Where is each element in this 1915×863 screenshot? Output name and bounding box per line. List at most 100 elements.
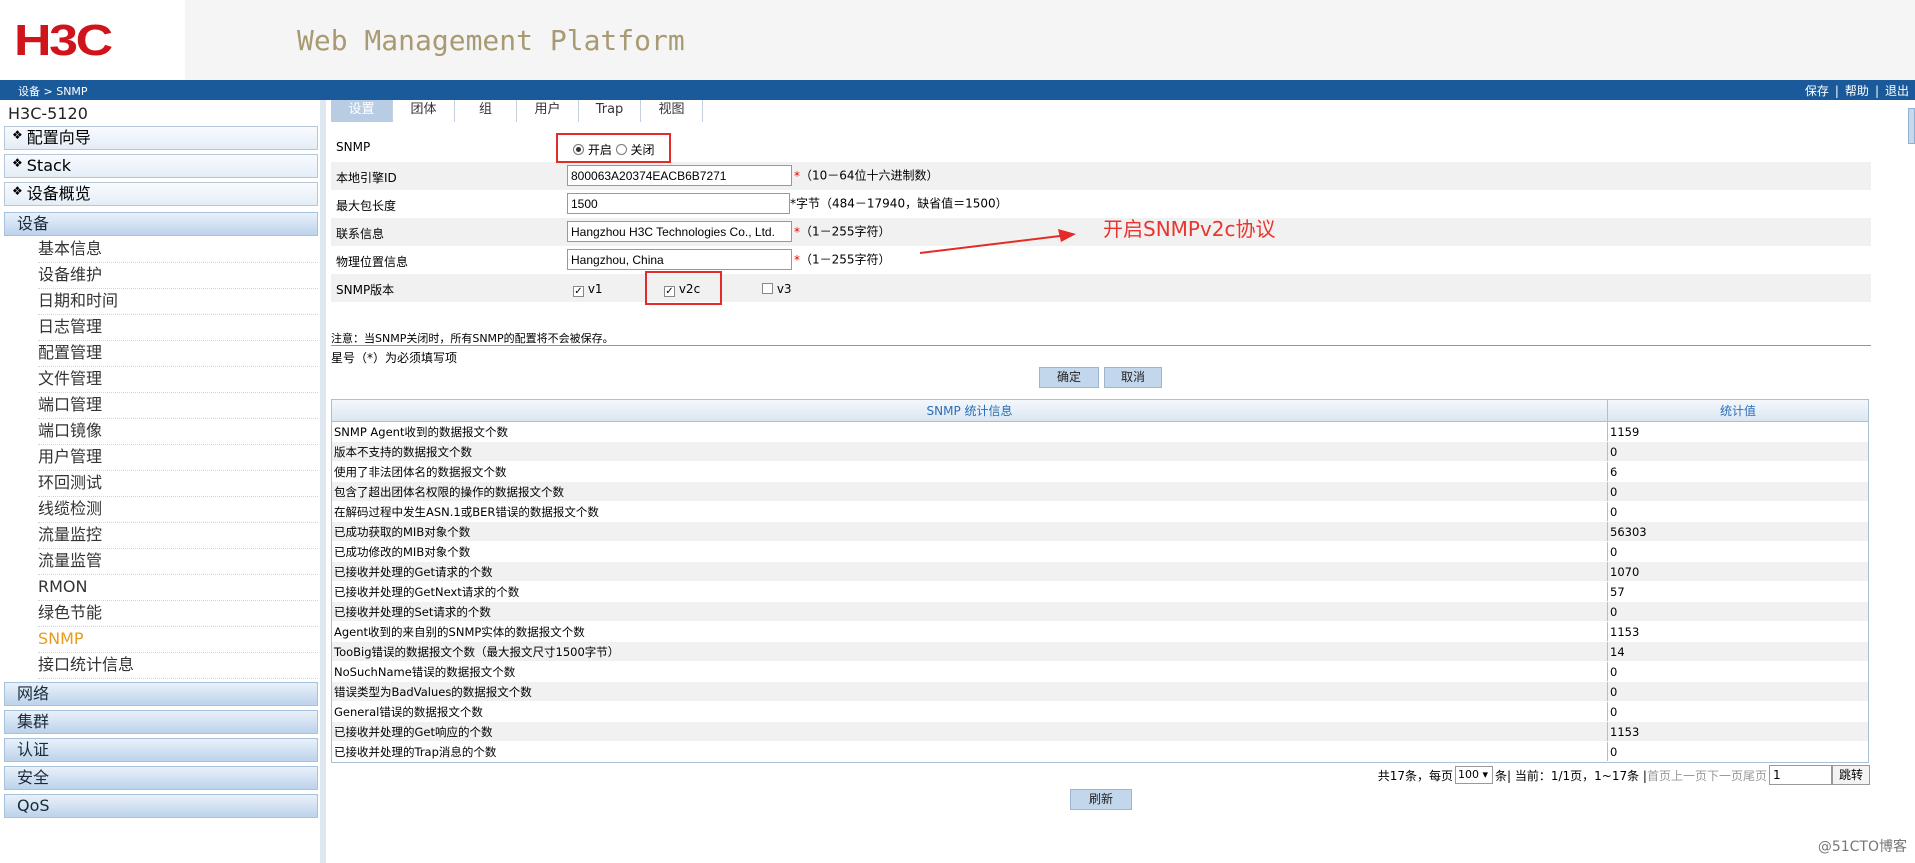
tab-settings[interactable]: 设置 bbox=[331, 100, 393, 122]
stat-value-cell: 57 bbox=[1610, 585, 1625, 599]
stat-name-cell: 已成功修改的MIB对象个数 bbox=[332, 542, 1608, 561]
stat-value-cell: 0 bbox=[1610, 545, 1618, 559]
section-cluster[interactable]: 集群 bbox=[4, 710, 318, 734]
stat-name-cell: 已接收并处理的Get响应的个数 bbox=[332, 722, 1608, 741]
table-row: 使用了非法团体名的数据报文个数 6 bbox=[332, 462, 1868, 482]
stat-value-cell: 0 bbox=[1610, 745, 1618, 759]
logo-area: H3C bbox=[0, 0, 185, 80]
table-row: 版本不支持的数据报文个数 0 bbox=[332, 442, 1868, 462]
submenu-user-management[interactable]: 用户管理 bbox=[38, 445, 318, 471]
engine-id-input[interactable] bbox=[567, 165, 792, 186]
help-link[interactable]: 帮助 bbox=[1845, 84, 1869, 98]
v3-checkbox[interactable] bbox=[762, 283, 773, 294]
row-location: 物理位置信息 *（1－255字符） bbox=[331, 246, 1871, 274]
submenu-snmp[interactable]: SNMP bbox=[38, 627, 318, 653]
required-note: 星号（*）为必须填写项 bbox=[331, 351, 458, 365]
section-network[interactable]: 网络 bbox=[4, 682, 318, 706]
engine-id-hint: （10－64位十六进制数） bbox=[800, 168, 939, 183]
tab-group[interactable]: 组 bbox=[455, 100, 517, 122]
submenu-green-energy[interactable]: 绿色节能 bbox=[38, 601, 318, 627]
submenu-cable-test[interactable]: 线缆检测 bbox=[38, 497, 318, 523]
submenu-log-management[interactable]: 日志管理 bbox=[38, 315, 318, 341]
section-qos[interactable]: QoS bbox=[4, 794, 318, 818]
save-link[interactable]: 保存 bbox=[1805, 84, 1829, 98]
page-number-input[interactable]: 1 bbox=[1769, 765, 1832, 785]
stat-name-cell: Agent收到的来自别的SNMP实体的数据报文个数 bbox=[332, 622, 1608, 641]
v3-control: v3 bbox=[762, 282, 792, 296]
tab-community[interactable]: 团体 bbox=[393, 100, 455, 122]
stat-name-cell: 使用了非法团体名的数据报文个数 bbox=[332, 462, 1608, 481]
max-packet-control: *字节（484－17940，缺省值＝1500） bbox=[567, 193, 1008, 214]
menu-stack[interactable]: ❖ Stack bbox=[4, 154, 318, 178]
table-row: 包含了超出团体名权限的操作的数据报文个数 0 bbox=[332, 482, 1868, 502]
scrollbar-handle[interactable] bbox=[1908, 108, 1915, 144]
section-security[interactable]: 安全 bbox=[4, 766, 318, 790]
per-page-select[interactable]: 100 ▾ bbox=[1454, 766, 1493, 784]
pager-nav-links[interactable]: 首页上一页下一页尾页 bbox=[1647, 767, 1767, 784]
contact-hint: （1－255字符） bbox=[800, 224, 891, 239]
max-packet-label: 最大包长度 bbox=[336, 199, 397, 213]
table-row: 已接收并处理的GetNext请求的个数 57 bbox=[332, 582, 1868, 602]
stat-value-cell: 1070 bbox=[1610, 565, 1640, 579]
ok-button[interactable]: 确定 bbox=[1039, 367, 1099, 388]
sidebar: H3C-5120 ❖ 配置向导 ❖ Stack ❖ 设备概览 设备 基本信息 设备维护… bbox=[0, 100, 326, 863]
menu-label: 配置向导 bbox=[26, 128, 91, 147]
location-input[interactable] bbox=[567, 249, 792, 270]
snmp-label: SNMP bbox=[336, 140, 371, 154]
divider bbox=[331, 345, 1871, 346]
submenu-config-management[interactable]: 配置管理 bbox=[38, 341, 318, 367]
submenu-traffic-monitor[interactable]: 流量监控 bbox=[38, 523, 318, 549]
stat-name-cell: NoSuchName错误的数据报文个数 bbox=[332, 662, 1608, 681]
submenu-date-time[interactable]: 日期和时间 bbox=[38, 289, 318, 315]
stat-value-cell: 1159 bbox=[1610, 425, 1640, 439]
platform-title: Web Management Platform bbox=[297, 24, 685, 57]
submenu-traffic-policing[interactable]: 流量监管 bbox=[38, 549, 318, 575]
menu-label: 设备概览 bbox=[26, 184, 91, 203]
contact-input[interactable] bbox=[567, 221, 792, 242]
header-stat-value: 统计值 bbox=[1719, 404, 1756, 418]
table-row: 已成功修改的MIB对象个数 0 bbox=[332, 542, 1868, 562]
table-row: 在解码过程中发生ASN.1或BER错误的数据报文个数 0 bbox=[332, 502, 1868, 522]
max-packet-input[interactable] bbox=[567, 193, 790, 214]
stat-name-cell: 已接收并处理的Trap消息的个数 bbox=[332, 742, 1608, 761]
tab-bar: 设置 团体 组 用户 Trap 视图 bbox=[331, 100, 703, 122]
menu-device-overview[interactable]: ❖ 设备概览 bbox=[4, 182, 318, 206]
stat-name-cell: 错误类型为BadValues的数据报文个数 bbox=[332, 682, 1608, 701]
engine-id-control: *（10－64位十六进制数） bbox=[567, 165, 939, 186]
stat-value-cell: 0 bbox=[1610, 605, 1618, 619]
submenu-port-mirroring[interactable]: 端口镜像 bbox=[38, 419, 318, 445]
menu-config-wizard[interactable]: ❖ 配置向导 bbox=[4, 126, 318, 150]
submenu-interface-stats[interactable]: 接口统计信息 bbox=[38, 653, 318, 679]
table-header: SNMP 统计信息 统计值 bbox=[332, 400, 1868, 422]
v1-checkbox[interactable]: ✓ bbox=[573, 286, 584, 297]
table-body: SNMP Agent收到的数据报文个数 1159 版本不支持的数据报文个数 0 使用了非… bbox=[332, 422, 1868, 762]
submenu-device-maintenance[interactable]: 设备维护 bbox=[38, 263, 318, 289]
pager-unit: 条 bbox=[1494, 768, 1507, 783]
submenu-basic-info[interactable]: 基本信息 bbox=[38, 237, 318, 263]
tab-trap[interactable]: Trap bbox=[579, 100, 641, 122]
tab-user[interactable]: 用户 bbox=[517, 100, 579, 122]
highlight-box-snmp-on bbox=[556, 133, 671, 163]
jump-button[interactable]: 跳转 bbox=[1832, 765, 1870, 785]
stat-value-cell: 0 bbox=[1610, 705, 1618, 719]
section-device[interactable]: 设备 bbox=[4, 212, 318, 236]
cancel-button[interactable]: 取消 bbox=[1104, 367, 1162, 388]
submenu-rmon[interactable]: RMON bbox=[38, 575, 318, 601]
submenu-file-management[interactable]: 文件管理 bbox=[38, 367, 318, 393]
submenu-port-management[interactable]: 端口管理 bbox=[38, 393, 318, 419]
stat-name-cell: 已成功获取的MIB对象个数 bbox=[332, 522, 1608, 541]
stat-name-cell: SNMP Agent收到的数据报文个数 bbox=[332, 422, 1608, 441]
table-row: NoSuchName错误的数据报文个数 0 bbox=[332, 662, 1868, 682]
annotation-text: 开启SNMPv2c协议 bbox=[1103, 217, 1276, 241]
submenu-loopback-test[interactable]: 环回测试 bbox=[38, 471, 318, 497]
logout-link[interactable]: 退出 bbox=[1885, 84, 1909, 98]
stat-value-cell: 0 bbox=[1610, 445, 1618, 459]
stat-value-cell: 0 bbox=[1610, 665, 1618, 679]
stat-name-cell: TooBig错误的数据报文个数（最大报文尺寸1500字节） bbox=[332, 642, 1608, 661]
snmp-stats-table: SNMP 统计信息 统计值 SNMP Agent收到的数据报文个数 1159 版本不… bbox=[331, 399, 1869, 763]
refresh-button[interactable]: 刷新 bbox=[1070, 789, 1132, 810]
annotation-arrow-icon bbox=[919, 229, 1076, 254]
stat-name-cell: 版本不支持的数据报文个数 bbox=[332, 442, 1608, 461]
tab-view[interactable]: 视图 bbox=[641, 100, 703, 122]
section-authentication[interactable]: 认证 bbox=[4, 738, 318, 762]
